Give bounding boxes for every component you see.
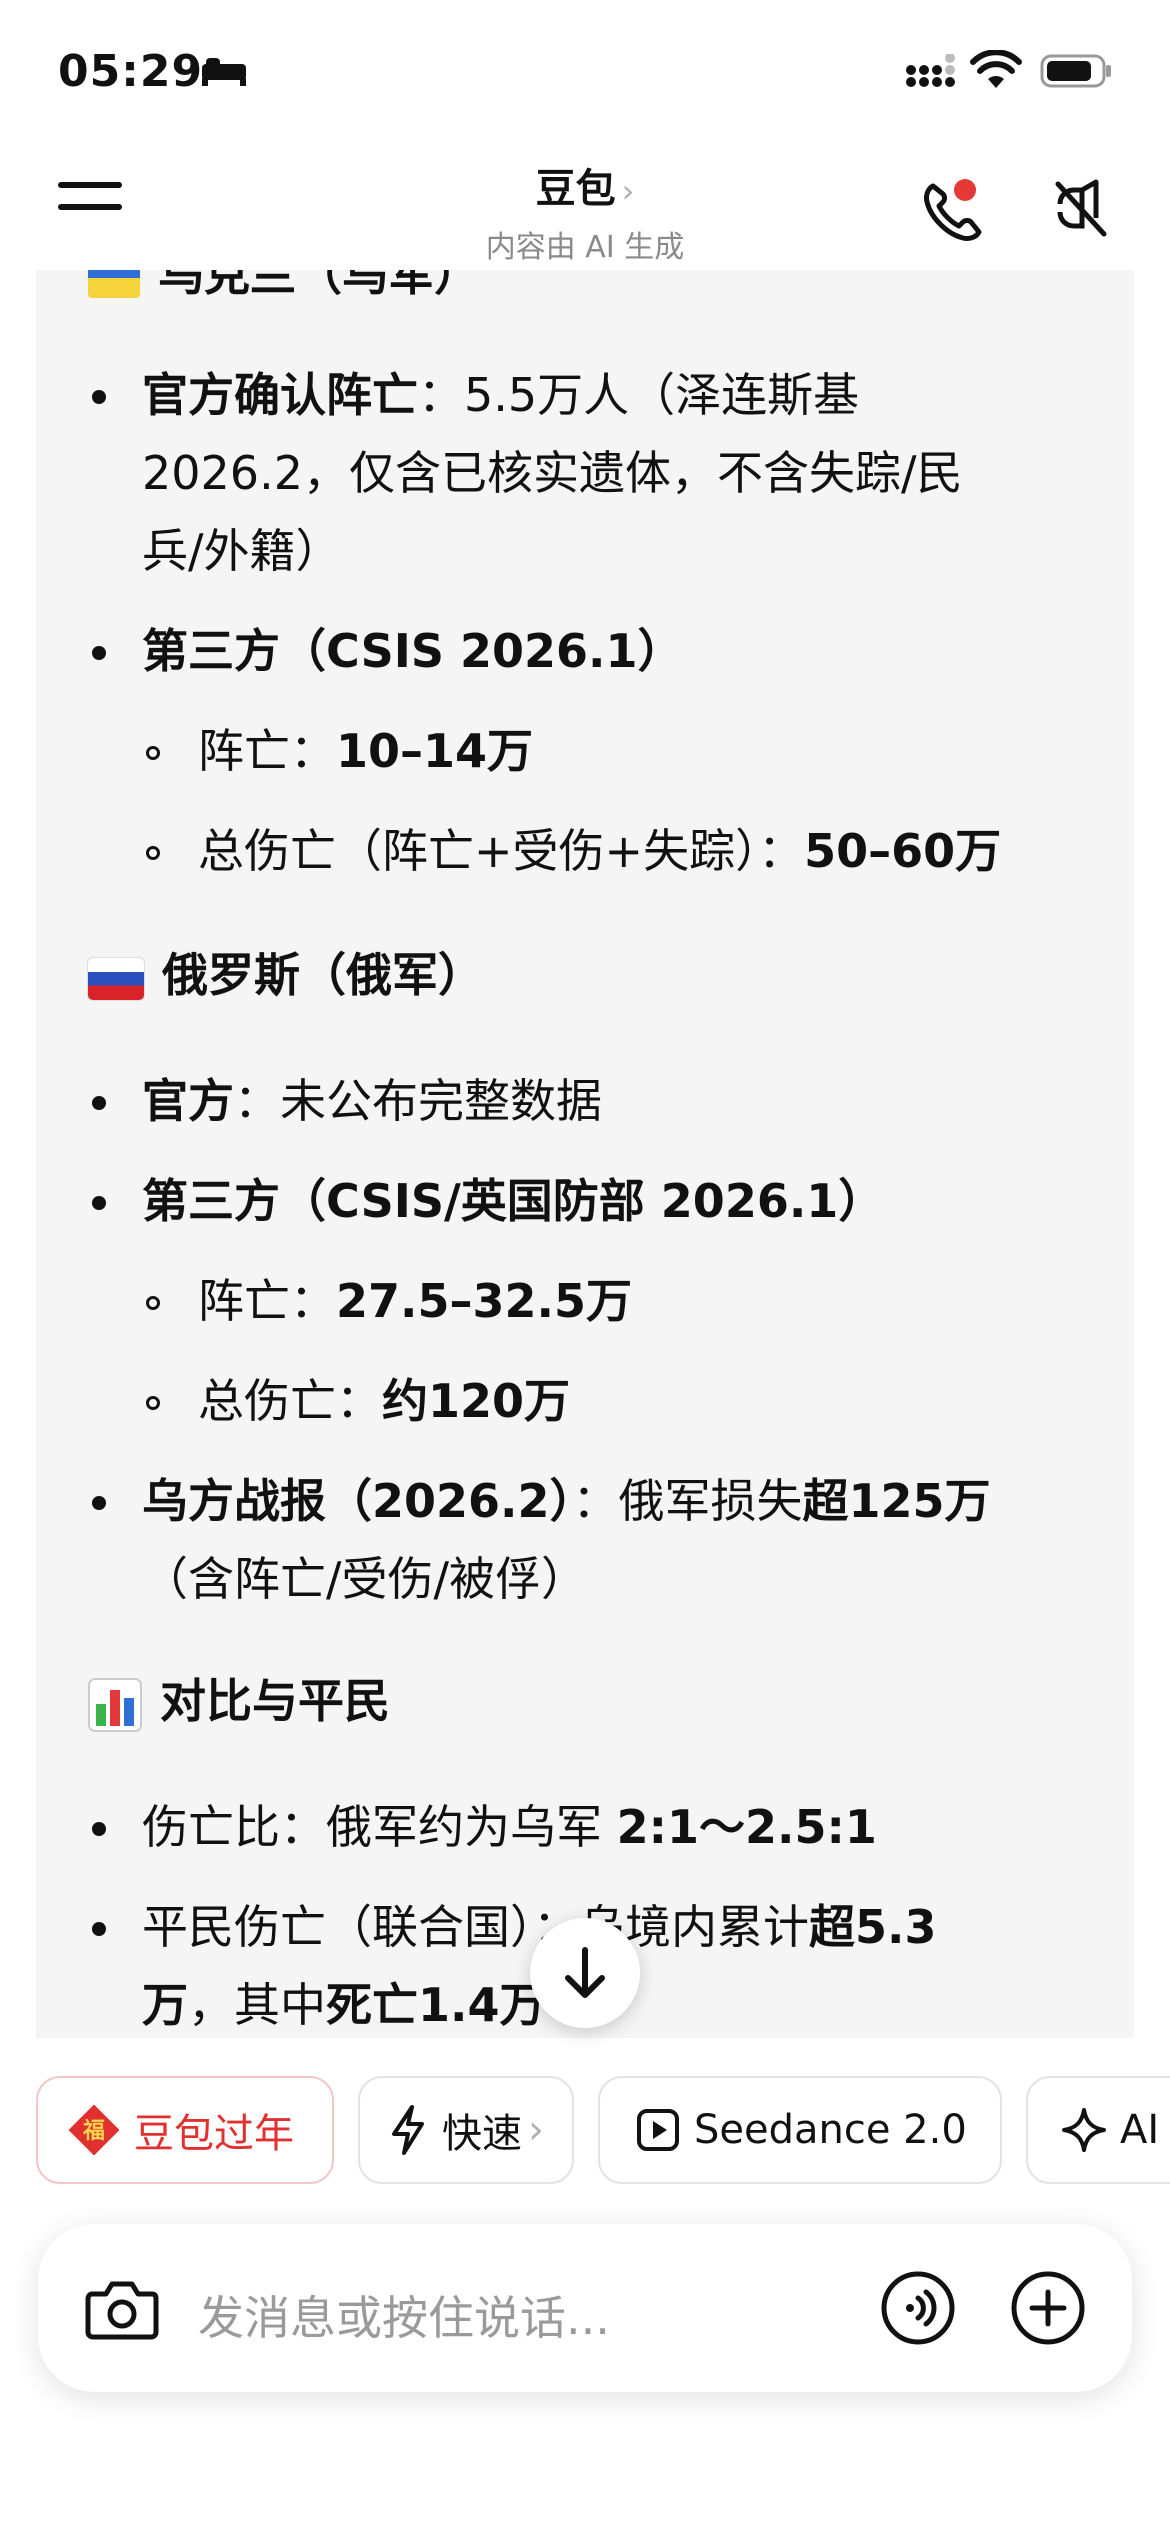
add-icon[interactable] [1008,2268,1088,2348]
list-item: 官方确认阵亡：5.5万人（泽连斯基 2026.2，仅含已核实遗体，不含失踪/民 … [142,368,963,578]
voice-input-icon[interactable] [878,2268,958,2348]
chip-spring-festival[interactable]: 福 豆包过年 [36,2076,334,2184]
list-item: 乌方战报（2026.2）：俄军损失超125万 （含阵亡/受伤/被俘） [142,1474,991,1606]
message-input-bar: 发消息或按住说话... [38,2224,1132,2392]
chip-fast-mode[interactable]: 快速 › [358,2076,574,2184]
battery-icon [1040,54,1111,88]
sub-bullet-circle [146,1296,160,1310]
bar-chart-icon [88,1677,142,1732]
voice-call-icon[interactable] [915,172,995,252]
bullet-dot [92,1096,106,1110]
section-heading-ukraine: 乌克兰（乌军） [88,270,480,304]
sub-list-item: 总伤亡（阵亡+受伤+失踪）：50–60万 [198,824,1002,878]
arrow-down-icon [565,1947,605,1998]
ai-response-card: 乌克兰（乌军） 官方确认阵亡：5.5万人（泽连斯基 2026.2，仅含已核实遗体… [36,270,1134,2038]
list-item: 伤亡比：俄军约为乌军 2:1～2.5:1 [142,1800,877,1854]
section-heading-russia: 俄罗斯（俄军） [88,936,484,1014]
sub-list-item: 阵亡：10–14万 [198,724,534,778]
fu-icon: 福 [68,2104,120,2156]
svg-text:福: 福 [82,2119,105,2144]
cellular-signal-icon [906,54,955,87]
scroll-to-bottom-button[interactable] [530,1918,640,2028]
chevron-right-icon: › [528,2107,544,2153]
status-bar: 05:29 [0,0,1170,150]
chip-ai[interactable]: AI [1026,2076,1170,2184]
bullet-dot [92,1496,106,1510]
sub-bullet-circle [146,846,160,860]
chevron-right-icon: › [621,172,635,210]
list-item: 第三方（CSIS/英国防部 2026.1） [142,1174,885,1228]
play-icon [637,2109,679,2151]
sub-bullet-circle [146,1396,160,1410]
bullet-dot [92,1196,106,1210]
chip-seedance[interactable]: Seedance 2.0 [598,2076,1002,2184]
ukraine-flag-icon [88,270,140,298]
wifi-icon [970,50,1022,88]
russia-flag-icon [88,957,144,1000]
section-heading-comparison: 对比与平民 [88,1662,390,1740]
lightning-icon [392,2105,424,2155]
sub-list-item: 总伤亡：约120万 [198,1374,571,1428]
sub-bullet-circle [146,746,160,760]
quick-action-chips: 福 豆包过年 快速 › Seedance 2.0 AI [0,2068,1170,2186]
chat-header: 豆包 › 内容由 AI 生成 [0,150,1170,270]
bullet-dot [92,646,106,660]
bullet-dot [92,1822,106,1836]
status-time: 05:29 [58,46,204,97]
chat-title-text: 豆包 [535,166,616,212]
speaker-mute-icon[interactable] [1048,176,1112,240]
bullet-dot [92,1922,106,1936]
sparkle-icon [1062,2108,1106,2152]
sleep-focus-icon [202,58,246,86]
list-item: 第三方（CSIS 2026.1） [142,624,684,678]
bullet-dot [92,390,106,404]
list-item: 官方：未公布完整数据 [142,1074,602,1128]
message-input[interactable]: 发消息或按住说话... [198,2282,610,2348]
sub-list-item: 阵亡：27.5–32.5万 [198,1274,632,1328]
camera-icon[interactable] [84,2276,160,2342]
